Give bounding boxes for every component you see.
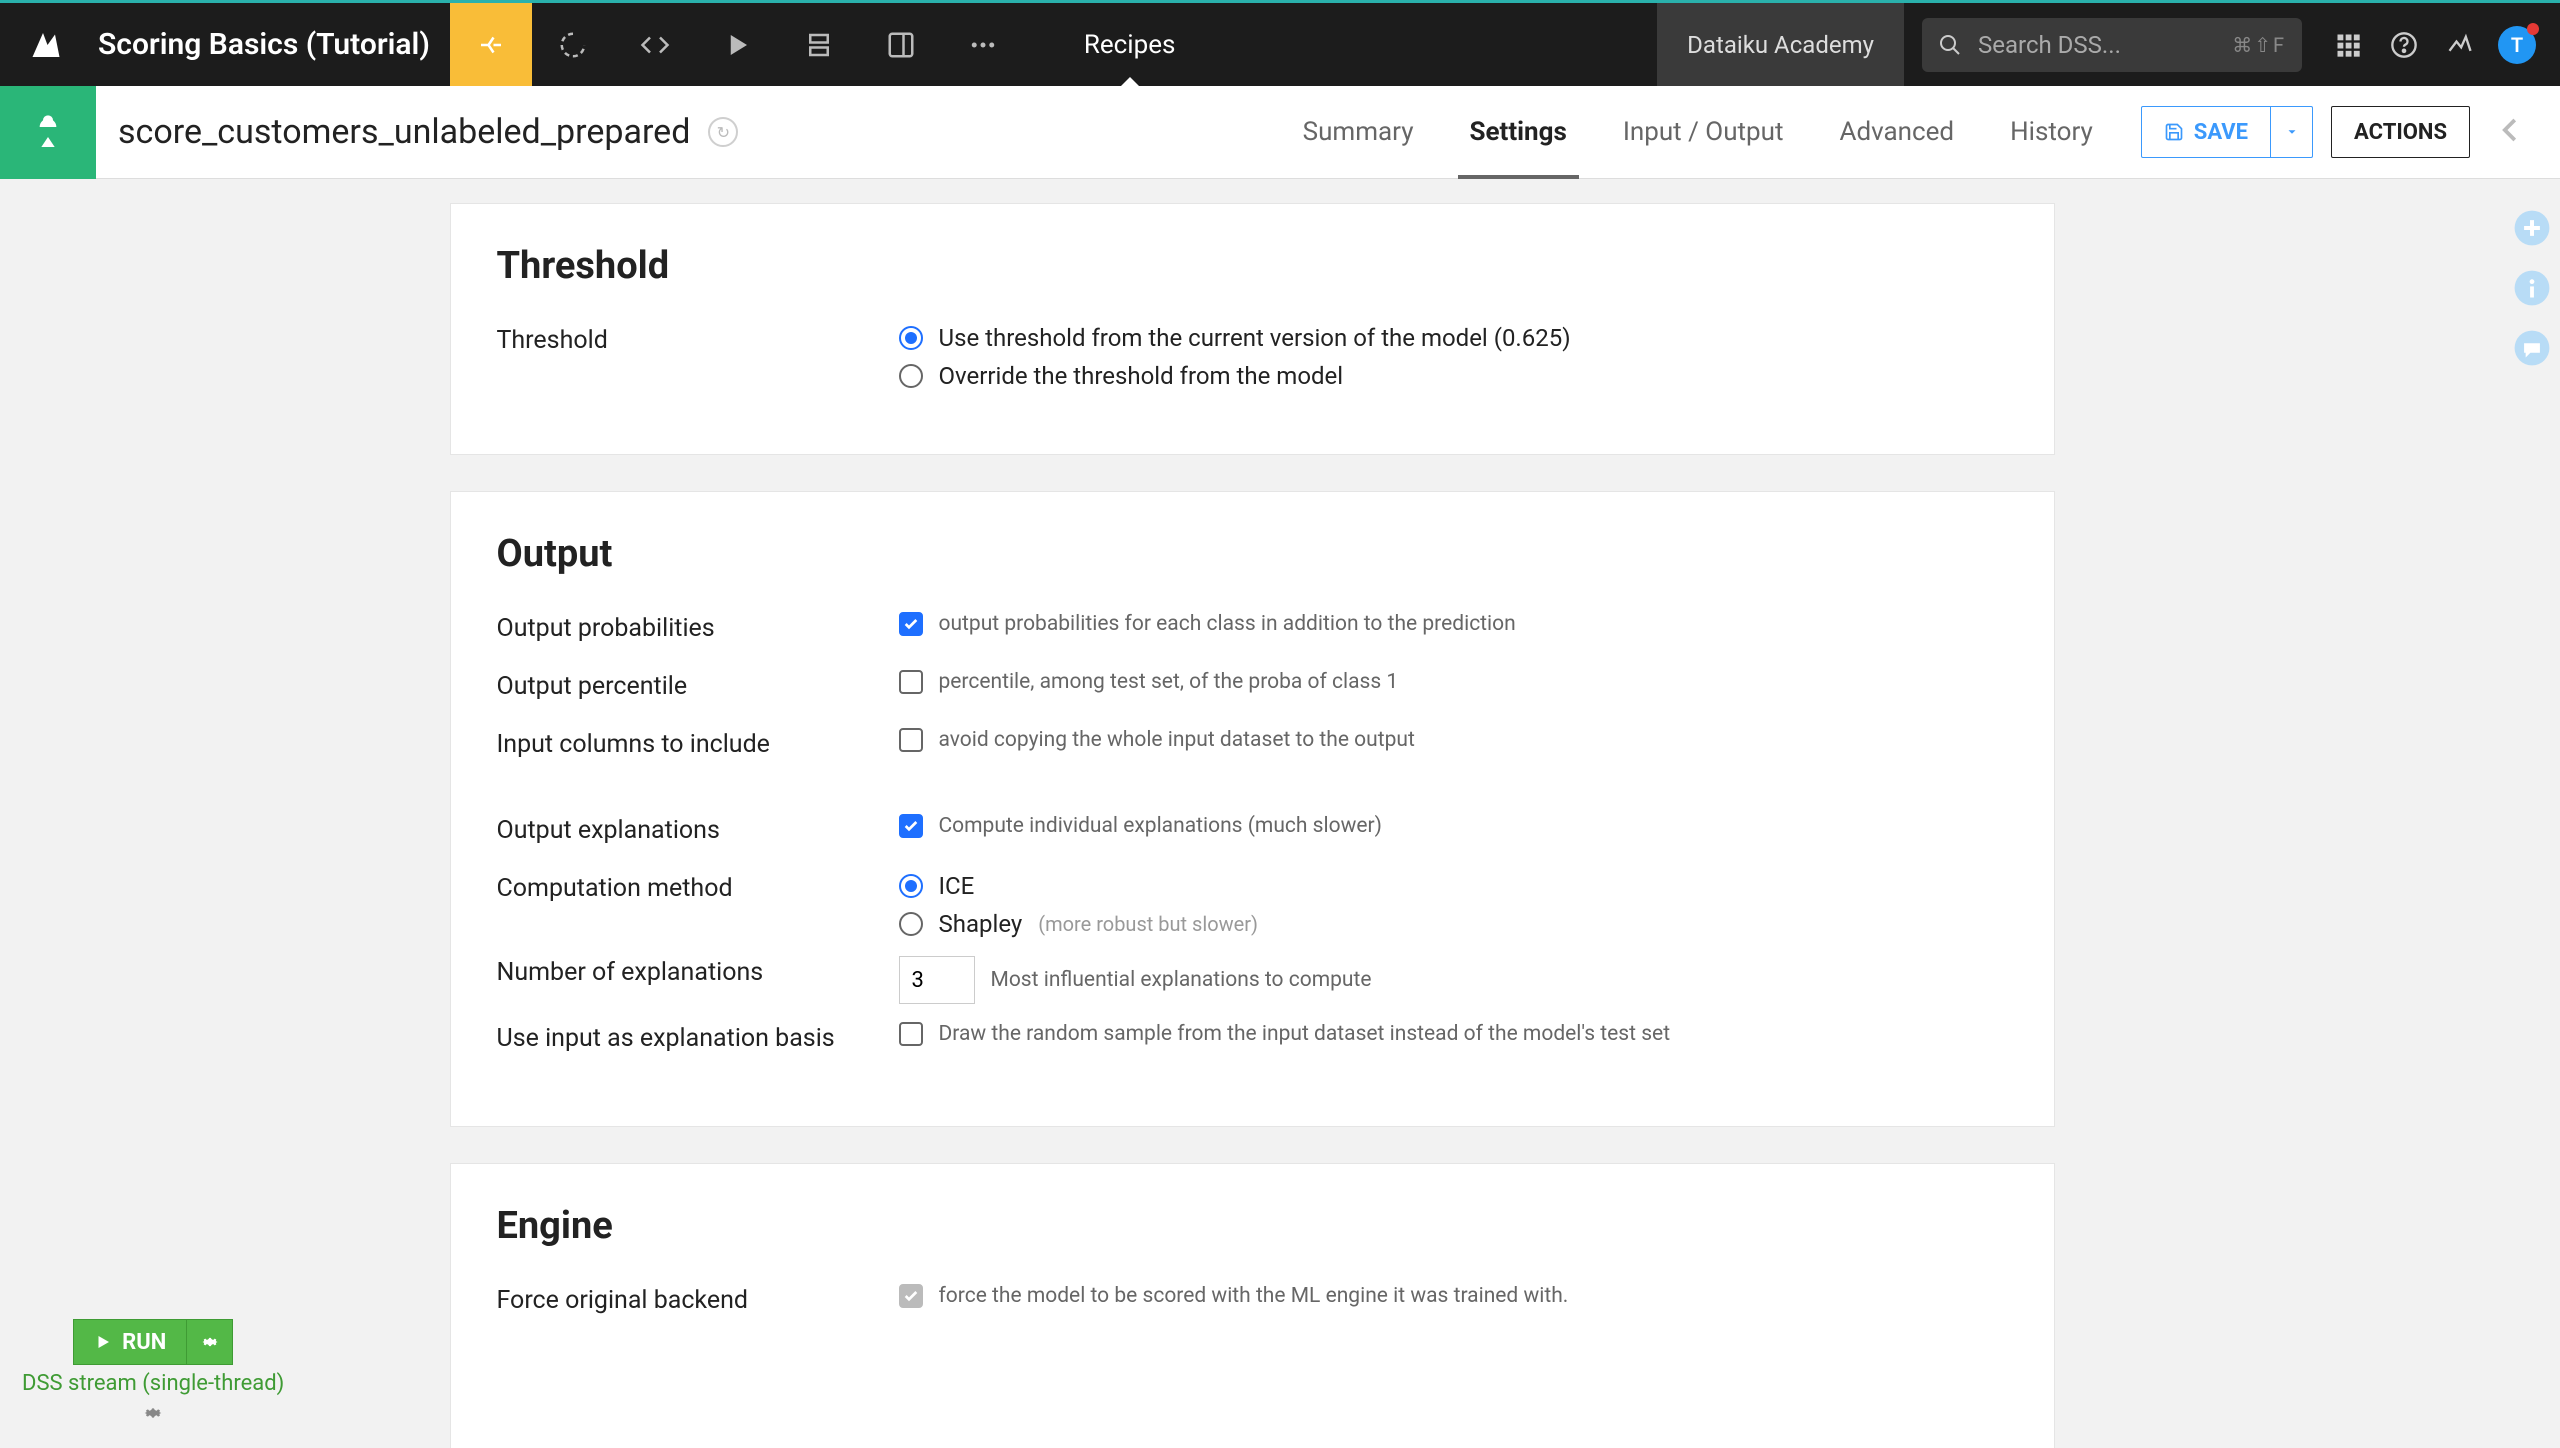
radio-threshold-override[interactable] bbox=[899, 364, 923, 388]
shapley-note: (more robust but slower) bbox=[1038, 912, 1258, 936]
section-label[interactable]: Recipes bbox=[1084, 3, 1176, 86]
threshold-title: Threshold bbox=[497, 244, 2008, 288]
dataiku-logo-icon[interactable] bbox=[22, 21, 70, 69]
run-label: RUN bbox=[122, 1330, 166, 1355]
checkbox-output-probabilities[interactable] bbox=[899, 612, 923, 636]
play-icon bbox=[94, 1333, 112, 1351]
apps-icon[interactable] bbox=[2320, 31, 2376, 59]
actions-button[interactable]: ACTIONS bbox=[2331, 106, 2470, 158]
checkbox-force-backend bbox=[899, 1284, 923, 1308]
more-icon[interactable] bbox=[942, 3, 1024, 86]
engine-title: Engine bbox=[497, 1204, 2008, 1248]
radio-method-shapley[interactable] bbox=[899, 912, 923, 936]
output-percentile-label: Output percentile bbox=[497, 670, 899, 701]
radio-label-ice: ICE bbox=[939, 872, 975, 900]
radio-label-current: Use threshold from the current version o… bbox=[939, 324, 1571, 352]
force-backend-label: Force original backend bbox=[497, 1284, 899, 1315]
checkbox-output-explanations[interactable] bbox=[899, 814, 923, 838]
engine-panel: Engine Force original backend force the … bbox=[450, 1163, 2055, 1448]
user-avatar[interactable]: T bbox=[2498, 26, 2536, 64]
engine-settings-icon[interactable] bbox=[142, 1402, 164, 1428]
search-shortcut: ⌘⇧F bbox=[2232, 33, 2286, 57]
chat-icon[interactable] bbox=[2513, 329, 2551, 367]
save-dropdown[interactable] bbox=[2270, 106, 2312, 158]
help-icon[interactable] bbox=[2376, 31, 2432, 59]
recipe-name: score_customers_unlabeled_prepared bbox=[118, 112, 690, 152]
radio-label-shapley: Shapley bbox=[939, 910, 1023, 938]
use-input-basis-desc: Draw the random sample from the input da… bbox=[939, 1022, 1671, 1046]
output-percentile-desc: percentile, among test set, of the proba… bbox=[939, 670, 1399, 694]
add-icon[interactable] bbox=[2513, 209, 2551, 247]
search-icon bbox=[1938, 33, 1962, 57]
dashboard-icon[interactable] bbox=[860, 3, 942, 86]
recipe-type-icon bbox=[0, 86, 96, 179]
play-icon[interactable] bbox=[696, 3, 778, 86]
search-input[interactable]: Search DSS... ⌘⇧F bbox=[1922, 18, 2302, 72]
run-footer: RUN DSS stream (single-thread) bbox=[22, 1319, 284, 1428]
recipe-header: score_customers_unlabeled_prepared ↻ Sum… bbox=[0, 86, 2560, 179]
right-rail bbox=[2504, 179, 2560, 1448]
tab-summary[interactable]: Summary bbox=[1275, 86, 1442, 179]
num-explanations-desc: Most influential explanations to compute bbox=[991, 968, 1372, 992]
activity-icon[interactable] bbox=[2432, 31, 2488, 59]
num-explanations-input[interactable] bbox=[899, 956, 975, 1004]
output-panel: Output Output probabilities output proba… bbox=[450, 491, 2055, 1127]
search-placeholder: Search DSS... bbox=[1978, 31, 2232, 59]
refresh-icon[interactable]: ↻ bbox=[708, 117, 738, 147]
academy-button[interactable]: Dataiku Academy bbox=[1657, 3, 1904, 86]
checkbox-input-columns[interactable] bbox=[899, 728, 923, 752]
run-settings-button[interactable] bbox=[187, 1319, 233, 1365]
chevron-down-icon bbox=[2285, 125, 2299, 139]
run-button[interactable]: RUN bbox=[73, 1319, 187, 1365]
use-input-basis-label: Use input as explanation basis bbox=[497, 1022, 899, 1053]
engine-stream-label[interactable]: DSS stream (single-thread) bbox=[22, 1371, 284, 1396]
save-icon bbox=[2164, 122, 2184, 142]
gear-icon bbox=[200, 1332, 220, 1352]
flow-icon[interactable] bbox=[450, 3, 532, 86]
input-columns-label: Input columns to include bbox=[497, 728, 899, 759]
top-bar: Scoring Basics (Tutorial) bbox=[0, 0, 2560, 86]
save-button[interactable]: SAVE bbox=[2141, 106, 2313, 158]
project-name[interactable]: Scoring Basics (Tutorial) bbox=[98, 27, 430, 62]
computation-method-label: Computation method bbox=[497, 872, 899, 903]
num-explanations-label: Number of explanations bbox=[497, 956, 899, 987]
output-probabilities-label: Output probabilities bbox=[497, 612, 899, 643]
info-icon[interactable] bbox=[2513, 269, 2551, 307]
output-title: Output bbox=[497, 532, 2008, 576]
tab-advanced[interactable]: Advanced bbox=[1811, 86, 1982, 179]
force-backend-desc: force the model to be scored with the ML… bbox=[939, 1284, 1569, 1308]
code-icon[interactable] bbox=[614, 3, 696, 86]
save-label: SAVE bbox=[2194, 120, 2248, 145]
threshold-label: Threshold bbox=[497, 324, 899, 355]
radio-method-ice[interactable] bbox=[899, 874, 923, 898]
stack-icon[interactable] bbox=[778, 3, 860, 86]
circle-broken-icon[interactable] bbox=[532, 3, 614, 86]
checkbox-use-input-basis[interactable] bbox=[899, 1022, 923, 1046]
tab-settings[interactable]: Settings bbox=[1442, 86, 1595, 179]
output-probabilities-desc: output probabilities for each class in a… bbox=[939, 612, 1516, 636]
threshold-panel: Threshold Threshold Use threshold from t… bbox=[450, 203, 2055, 455]
output-explanations-desc: Compute individual explanations (much sl… bbox=[939, 814, 1382, 838]
checkbox-output-percentile[interactable] bbox=[899, 670, 923, 694]
output-explanations-label: Output explanations bbox=[497, 814, 899, 845]
tab-input-output[interactable]: Input / Output bbox=[1595, 86, 1812, 179]
back-arrow-icon[interactable] bbox=[2496, 115, 2526, 149]
radio-label-override: Override the threshold from the model bbox=[939, 362, 1344, 390]
input-columns-desc: avoid copying the whole input dataset to… bbox=[939, 728, 1415, 752]
recipe-tabs: Summary Settings Input / Output Advanced… bbox=[1275, 86, 2121, 179]
radio-threshold-current[interactable] bbox=[899, 326, 923, 350]
tab-history[interactable]: History bbox=[1982, 86, 2121, 179]
